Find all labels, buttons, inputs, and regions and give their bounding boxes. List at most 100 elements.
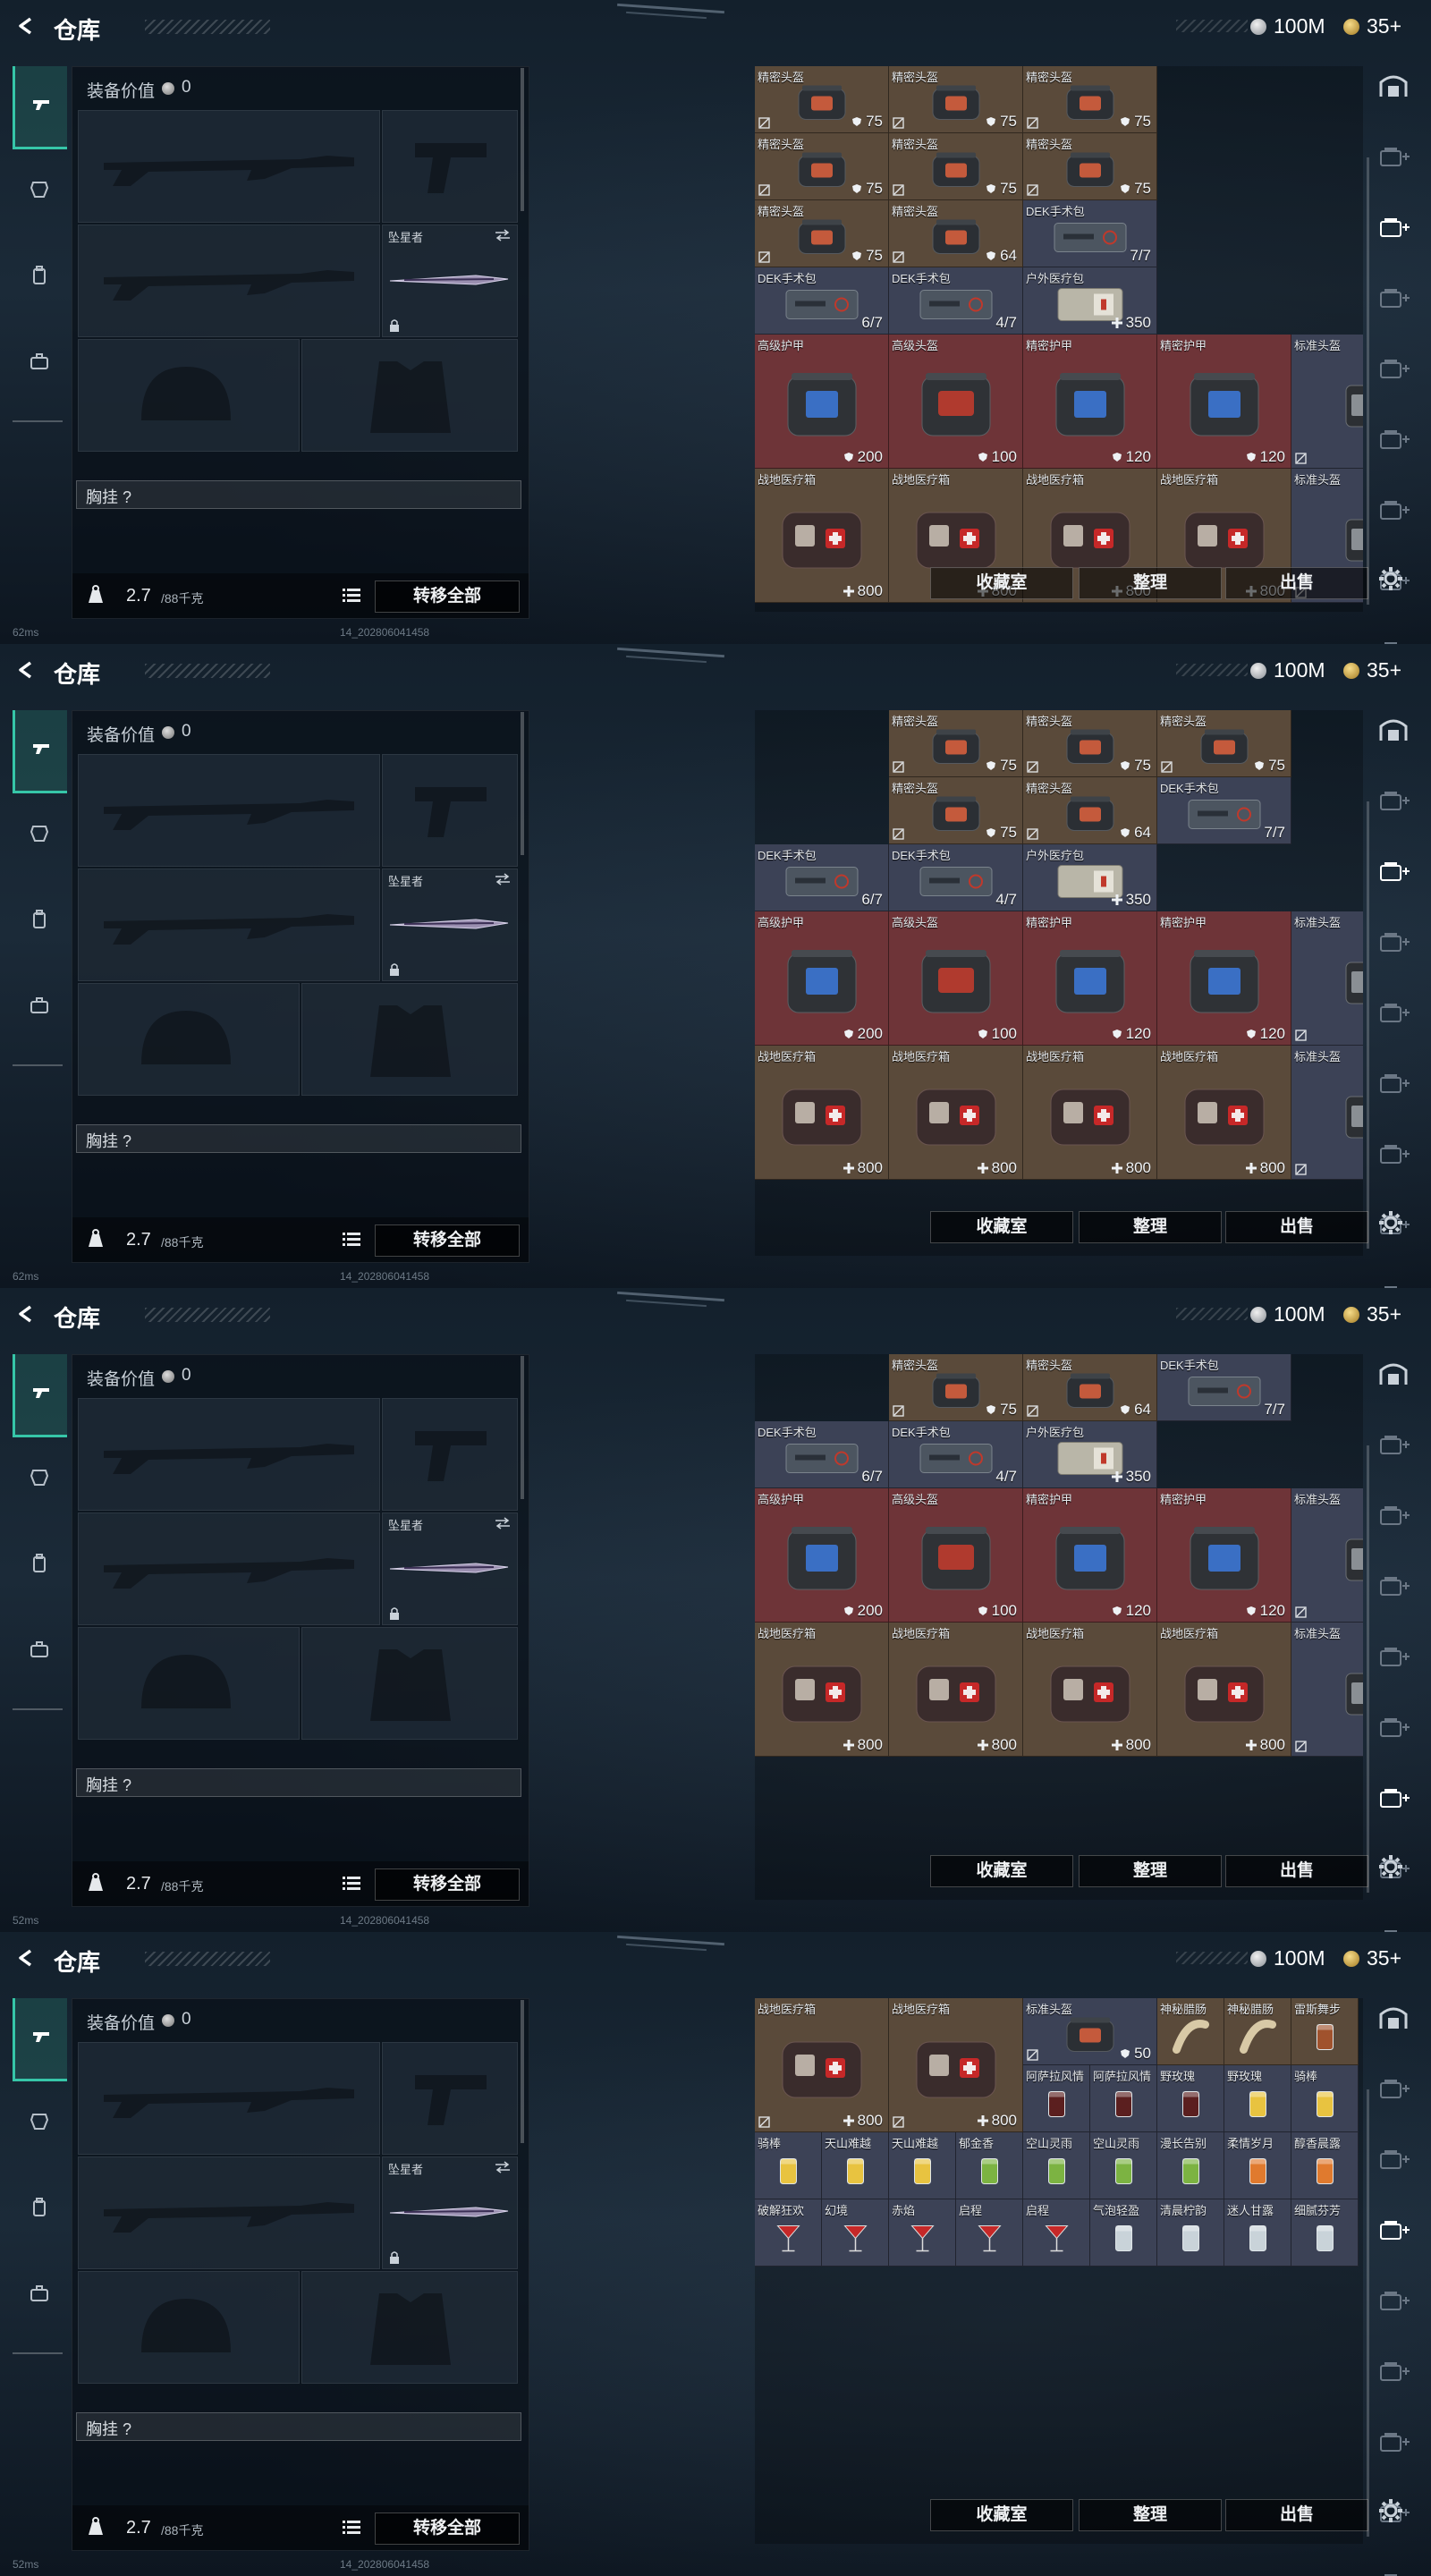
inventory-item[interactable]: 战地医疗箱 800 bbox=[1157, 1046, 1291, 1180]
inventory-item[interactable]: 精密头盔 75 bbox=[889, 1354, 1023, 1421]
inventory-item[interactable]: 战地医疗箱 800 bbox=[1157, 1623, 1291, 1757]
tab-backpack[interactable] bbox=[13, 2170, 64, 2250]
swap-icon[interactable] bbox=[494, 1517, 512, 1530]
inventory-item[interactable]: 高级头盔 100 bbox=[889, 1488, 1023, 1623]
safe-box-icon[interactable] bbox=[1376, 1360, 1411, 1388]
back-arrow-icon[interactable] bbox=[16, 660, 36, 680]
chest-rig-slot[interactable]: 胸挂 ? bbox=[76, 480, 521, 509]
inventory-item[interactable]: 战地医疗箱 800 bbox=[889, 1998, 1023, 2132]
storage-add-icon[interactable] bbox=[1376, 425, 1411, 453]
storage-add-icon[interactable] bbox=[1376, 1501, 1411, 1530]
inventory-item[interactable]: 标准头盔50 bbox=[1291, 335, 1363, 469]
inventory-item[interactable]: 空山灵雨 bbox=[1023, 2132, 1090, 2199]
chest-rig-slot[interactable]: 胸挂 ? bbox=[76, 1124, 521, 1153]
storage-add-icon[interactable] bbox=[1376, 2286, 1411, 2315]
armor-slot[interactable] bbox=[301, 2271, 518, 2384]
primary-weapon-slot[interactable] bbox=[78, 754, 380, 867]
tab-armor[interactable] bbox=[13, 2084, 64, 2165]
storage-add-icon[interactable] bbox=[1376, 2569, 1411, 2576]
inventory-item[interactable]: 神秘腊肠 bbox=[1224, 1998, 1291, 2065]
sort-button[interactable]: 整理 bbox=[1079, 2499, 1222, 2531]
sell-button[interactable]: 出售 bbox=[1225, 2499, 1368, 2531]
inventory-item[interactable]: 清晨柠韵 bbox=[1157, 2199, 1224, 2267]
storage-add-icon[interactable] bbox=[1376, 496, 1411, 524]
inventory-item[interactable]: 标准头盔50 bbox=[1291, 1623, 1363, 1757]
collection-room-button[interactable]: 收藏室 bbox=[930, 1855, 1073, 1887]
storage-add-icon[interactable] bbox=[1376, 857, 1411, 886]
inventory-item[interactable]: 精密头盔 75 bbox=[1023, 710, 1157, 777]
back-arrow-icon[interactable] bbox=[16, 16, 36, 36]
sort-button[interactable]: 整理 bbox=[1079, 1855, 1222, 1887]
storage-add-icon[interactable] bbox=[1376, 928, 1411, 956]
storage-add-icon[interactable] bbox=[1376, 1925, 1411, 1932]
storage-page-icon[interactable] bbox=[1376, 786, 1411, 815]
melee-slot[interactable]: 坠星者 bbox=[382, 869, 518, 981]
inventory-item[interactable]: 天山难越 bbox=[822, 2132, 889, 2199]
inventory-item[interactable]: 雷斯舞步 bbox=[1291, 1998, 1359, 2065]
tab-weapons[interactable] bbox=[13, 1998, 67, 2081]
pistol-slot[interactable] bbox=[382, 754, 518, 867]
inventory-item[interactable]: 启程 bbox=[1023, 2199, 1090, 2267]
tab-armor[interactable] bbox=[13, 152, 64, 233]
transfer-all-button[interactable]: 转移全部 bbox=[375, 1224, 520, 1257]
tab-container[interactable] bbox=[13, 968, 64, 1048]
storage-add-icon[interactable] bbox=[1376, 637, 1411, 644]
money-amount[interactable]: 100M bbox=[1274, 1302, 1325, 1326]
inventory-item[interactable]: 精密护甲 120 bbox=[1157, 911, 1291, 1046]
storage-page-icon[interactable] bbox=[1376, 2074, 1411, 2103]
inventory-item[interactable]: DEK手术包 6/7 bbox=[755, 844, 889, 911]
inventory-item[interactable]: 阿萨拉风情 bbox=[1090, 2065, 1157, 2132]
back-arrow-icon[interactable] bbox=[16, 1304, 36, 1324]
helmet-slot[interactable] bbox=[78, 339, 300, 452]
equipment-scrollbar[interactable] bbox=[521, 1356, 524, 1499]
storage-add-icon[interactable] bbox=[1376, 1069, 1411, 1097]
inventory-item[interactable]: 户外医疗包 350 bbox=[1023, 844, 1157, 911]
storage-add-icon[interactable] bbox=[1376, 1281, 1411, 1288]
helmet-slot[interactable] bbox=[78, 1627, 300, 1740]
chest-rig-slot[interactable]: 胸挂 ? bbox=[76, 1768, 521, 1797]
inventory-item[interactable]: 神秘腊肠 bbox=[1157, 1998, 1224, 2065]
melee-slot[interactable]: 坠星者 bbox=[382, 1513, 518, 1625]
inventory-item[interactable]: 野玫瑰 bbox=[1224, 2065, 1291, 2132]
inventory-item[interactable]: 精密头盔 75 bbox=[1023, 133, 1157, 200]
equipment-scrollbar[interactable] bbox=[521, 68, 524, 211]
inventory-item[interactable]: 骑棒 bbox=[755, 2132, 822, 2199]
armor-slot[interactable] bbox=[301, 983, 518, 1096]
secondary-weapon-slot[interactable] bbox=[78, 869, 380, 981]
storage-page-icon[interactable] bbox=[1376, 142, 1411, 171]
inventory-item[interactable]: DEK手术包 4/7 bbox=[889, 267, 1023, 335]
storage-add-icon[interactable] bbox=[1376, 284, 1411, 312]
armor-slot[interactable] bbox=[301, 339, 518, 452]
inventory-item[interactable]: DEK手术包 7/7 bbox=[1157, 1354, 1291, 1421]
inventory-item[interactable]: 精密护甲 120 bbox=[1023, 911, 1157, 1046]
armor-slot[interactable] bbox=[301, 1627, 518, 1740]
inventory-item[interactable]: 醇香晨露 bbox=[1291, 2132, 1359, 2199]
inventory-item[interactable]: 破解狂欢 bbox=[755, 2199, 822, 2267]
inventory-item[interactable]: 幻境 bbox=[822, 2199, 889, 2267]
transfer-all-button[interactable]: 转移全部 bbox=[375, 1868, 520, 1901]
inventory-item[interactable]: 郁金香 bbox=[956, 2132, 1023, 2199]
inventory-item[interactable]: 高级护甲 200 bbox=[755, 911, 889, 1046]
sell-button[interactable]: 出售 bbox=[1225, 567, 1368, 599]
inventory-item[interactable]: DEK手术包 7/7 bbox=[1023, 200, 1157, 267]
settings-gear-icon[interactable] bbox=[1377, 565, 1404, 592]
inventory-item[interactable]: DEK手术包 6/7 bbox=[755, 267, 889, 335]
storage-add-icon[interactable] bbox=[1376, 998, 1411, 1027]
inventory-item[interactable]: 战地医疗箱 800 bbox=[755, 469, 889, 603]
storage-add-icon[interactable] bbox=[1376, 1713, 1411, 1741]
equipment-scrollbar[interactable] bbox=[521, 2000, 524, 2143]
inventory-item[interactable]: 精密头盔 75 bbox=[1023, 66, 1157, 133]
inventory-item[interactable]: 精密头盔 64 bbox=[1023, 777, 1157, 844]
inventory-item[interactable]: 气泡轻盈 bbox=[1090, 2199, 1157, 2267]
tab-container[interactable] bbox=[13, 1612, 64, 1692]
settings-gear-icon[interactable] bbox=[1377, 2497, 1404, 2524]
inventory-item[interactable]: 高级头盔 100 bbox=[889, 911, 1023, 1046]
inventory-item[interactable]: DEK手术包 4/7 bbox=[889, 844, 1023, 911]
inventory-item[interactable]: 精密护甲 120 bbox=[1157, 1488, 1291, 1623]
storage-add-icon[interactable] bbox=[1376, 354, 1411, 383]
inventory-item[interactable]: 精密头盔 75 bbox=[889, 777, 1023, 844]
storage-add-icon[interactable] bbox=[1376, 213, 1411, 242]
settings-gear-icon[interactable] bbox=[1377, 1853, 1404, 1880]
inventory-item[interactable]: 精密头盔 75 bbox=[755, 200, 889, 267]
secondary-weapon-slot[interactable] bbox=[78, 1513, 380, 1625]
